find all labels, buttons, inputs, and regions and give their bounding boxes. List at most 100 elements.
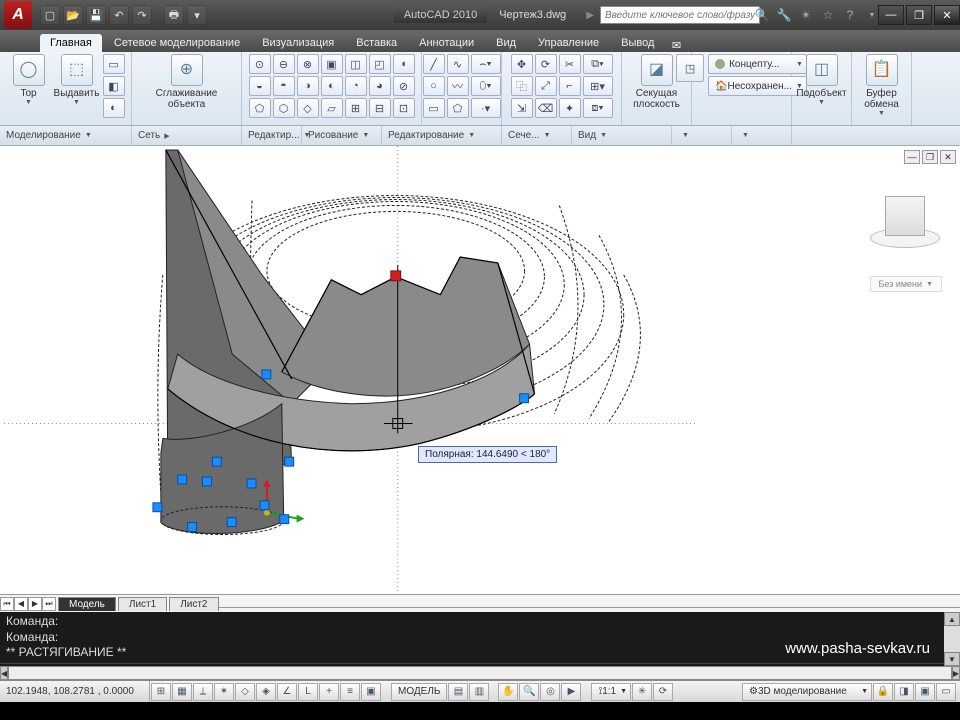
se6-icon[interactable]: ◕: [369, 76, 391, 96]
array-dd-icon[interactable]: ⊞▾: [583, 76, 613, 96]
pan-icon[interactable]: ✋: [498, 683, 518, 701]
se10-icon[interactable]: ◇: [297, 98, 319, 118]
shell-icon[interactable]: ◰: [369, 54, 391, 74]
panel-subobj-drop[interactable]: ▼: [672, 126, 732, 145]
tab-express-icon[interactable]: ✉: [666, 39, 686, 52]
qat-print-icon[interactable]: 🖶: [164, 5, 184, 25]
otrack-toggle[interactable]: ∠: [277, 683, 297, 701]
showmotion-icon[interactable]: ▶: [561, 683, 581, 701]
drawing-area[interactable]: — ❐ ✕ Без имени: [0, 146, 960, 594]
visual-style-icon[interactable]: ◳: [676, 54, 704, 82]
scroll-down-icon[interactable]: ▼: [944, 652, 960, 666]
point-dd-icon[interactable]: ·▾: [471, 98, 501, 118]
se8-icon[interactable]: ⬠: [249, 98, 271, 118]
se14-icon[interactable]: ⊡: [393, 98, 415, 118]
polysolid-icon[interactable]: ▭: [103, 54, 125, 74]
explode-icon[interactable]: ✦: [559, 98, 581, 118]
panel-draw[interactable]: Рисование▼: [302, 126, 382, 145]
3dosnap-toggle[interactable]: ◈: [256, 683, 276, 701]
anno-vis-icon[interactable]: ✳: [632, 683, 652, 701]
polygon-icon[interactable]: ⬠: [447, 98, 469, 118]
command-scrollbar[interactable]: ▲ ▼: [944, 612, 960, 666]
se4-icon[interactable]: ◐: [321, 76, 343, 96]
clipboard-button[interactable]: 📋 Буфер обмена▼: [860, 54, 904, 118]
qat-undo-icon[interactable]: ↶: [109, 5, 129, 25]
panel-modeling[interactable]: Моделирование▼: [0, 126, 132, 145]
panel-mesh[interactable]: Сеть▶: [132, 126, 242, 145]
se12-icon[interactable]: ⊞: [345, 98, 367, 118]
erase-icon[interactable]: ⌫: [535, 98, 557, 118]
tab-manage[interactable]: Управление: [528, 34, 609, 52]
polar-toggle[interactable]: ✶: [214, 683, 234, 701]
osnap-toggle[interactable]: ◇: [235, 683, 255, 701]
se2-icon[interactable]: ◓: [273, 76, 295, 96]
qp-toggle[interactable]: ▣: [361, 683, 381, 701]
grid-toggle[interactable]: ▦: [172, 683, 192, 701]
circle-tool-icon[interactable]: ○: [423, 76, 445, 96]
qat-open-icon[interactable]: 📂: [63, 5, 83, 25]
pline-icon[interactable]: ∿: [447, 54, 469, 74]
ellipse-dd-icon[interactable]: ⬯▾: [471, 76, 501, 96]
union-icon[interactable]: ⊙: [249, 54, 271, 74]
tab-output[interactable]: Вывод: [611, 34, 664, 52]
extrude-face-icon[interactable]: ▣: [321, 54, 343, 74]
help-icon[interactable]: ?: [842, 7, 858, 23]
exchange-icon[interactable]: ✴: [798, 7, 814, 23]
layout-quick-icon[interactable]: ▤: [448, 683, 468, 701]
subobject-button[interactable]: ◫ Подобъект▼: [800, 54, 844, 107]
view-top-button[interactable]: ◯ Top▼: [7, 54, 51, 118]
tab-mesh[interactable]: Сетевое моделирование: [104, 34, 250, 52]
se9-icon[interactable]: ⬡: [273, 98, 295, 118]
close-button[interactable]: ✕: [934, 5, 960, 25]
extrude-button[interactable]: ⬚ Выдавить▼: [55, 54, 99, 118]
model-space-button[interactable]: МОДЕЛЬ: [391, 683, 447, 701]
tab-annotate[interactable]: Аннотации: [409, 34, 484, 52]
se11-icon[interactable]: ▱: [321, 98, 343, 118]
tab-model[interactable]: Модель: [58, 597, 116, 611]
clean-screen-icon[interactable]: ▭: [936, 683, 956, 701]
trim-icon[interactable]: ✂: [559, 54, 581, 74]
qat-dropdown-icon[interactable]: ▾: [187, 5, 207, 25]
stretch-icon[interactable]: ⇲: [511, 98, 533, 118]
panel-modify[interactable]: Редактирование▼: [382, 126, 502, 145]
tab-layout1[interactable]: Лист1: [118, 597, 167, 611]
move-icon[interactable]: ✥: [511, 54, 533, 74]
fillet-icon[interactable]: ⌐: [559, 76, 581, 96]
coordinates-readout[interactable]: 102.1948, 108.2781 , 0.0000: [0, 681, 150, 702]
layout-quick2-icon[interactable]: ▥: [469, 683, 489, 701]
qat-redo-icon[interactable]: ↷: [132, 5, 152, 25]
panel-clip-drop[interactable]: ▼: [732, 126, 792, 145]
copy-icon[interactable]: ⿻: [511, 76, 533, 96]
qat-new-icon[interactable]: ▢: [40, 5, 60, 25]
offset-icon[interactable]: ◫: [345, 54, 367, 74]
panel-section[interactable]: Сече...▼: [502, 126, 572, 145]
ducs-toggle[interactable]: L: [298, 683, 318, 701]
tab-prev-icon[interactable]: ◀: [14, 597, 28, 611]
search-input[interactable]: [600, 6, 760, 24]
tab-first-icon[interactable]: ⏮: [0, 597, 14, 611]
key-icon[interactable]: 🔧: [776, 7, 792, 23]
snap-toggle[interactable]: ⊞: [151, 683, 171, 701]
steering-icon[interactable]: ◎: [540, 683, 560, 701]
hscroll-left-icon[interactable]: ◀: [0, 666, 8, 680]
se3-icon[interactable]: ◑: [297, 76, 319, 96]
anno-auto-icon[interactable]: ⟳: [653, 683, 673, 701]
se5-icon[interactable]: ◔: [345, 76, 367, 96]
intersect-icon[interactable]: ⊗: [297, 54, 319, 74]
hscroll-right-icon[interactable]: ▶: [952, 666, 960, 680]
minimize-button[interactable]: —: [878, 5, 904, 25]
se13-icon[interactable]: ⊟: [369, 98, 391, 118]
line-icon[interactable]: ╱: [423, 54, 445, 74]
fillet-edge-icon[interactable]: ◖: [393, 54, 415, 74]
offset2-dd-icon[interactable]: ⧈▾: [583, 98, 613, 118]
mirror-dd-icon[interactable]: ⧉▾: [583, 54, 613, 74]
panel-view[interactable]: Вид▼: [572, 126, 672, 145]
rect-icon[interactable]: ▭: [423, 98, 445, 118]
lwt-toggle[interactable]: ≡: [340, 683, 360, 701]
tab-home[interactable]: Главная: [40, 34, 102, 52]
app-menu-button[interactable]: A: [4, 1, 32, 29]
se1-icon[interactable]: ◒: [249, 76, 271, 96]
dyn-toggle[interactable]: +: [319, 683, 339, 701]
presspull-icon[interactable]: ◧: [103, 76, 125, 96]
maximize-button[interactable]: ❐: [906, 5, 932, 25]
